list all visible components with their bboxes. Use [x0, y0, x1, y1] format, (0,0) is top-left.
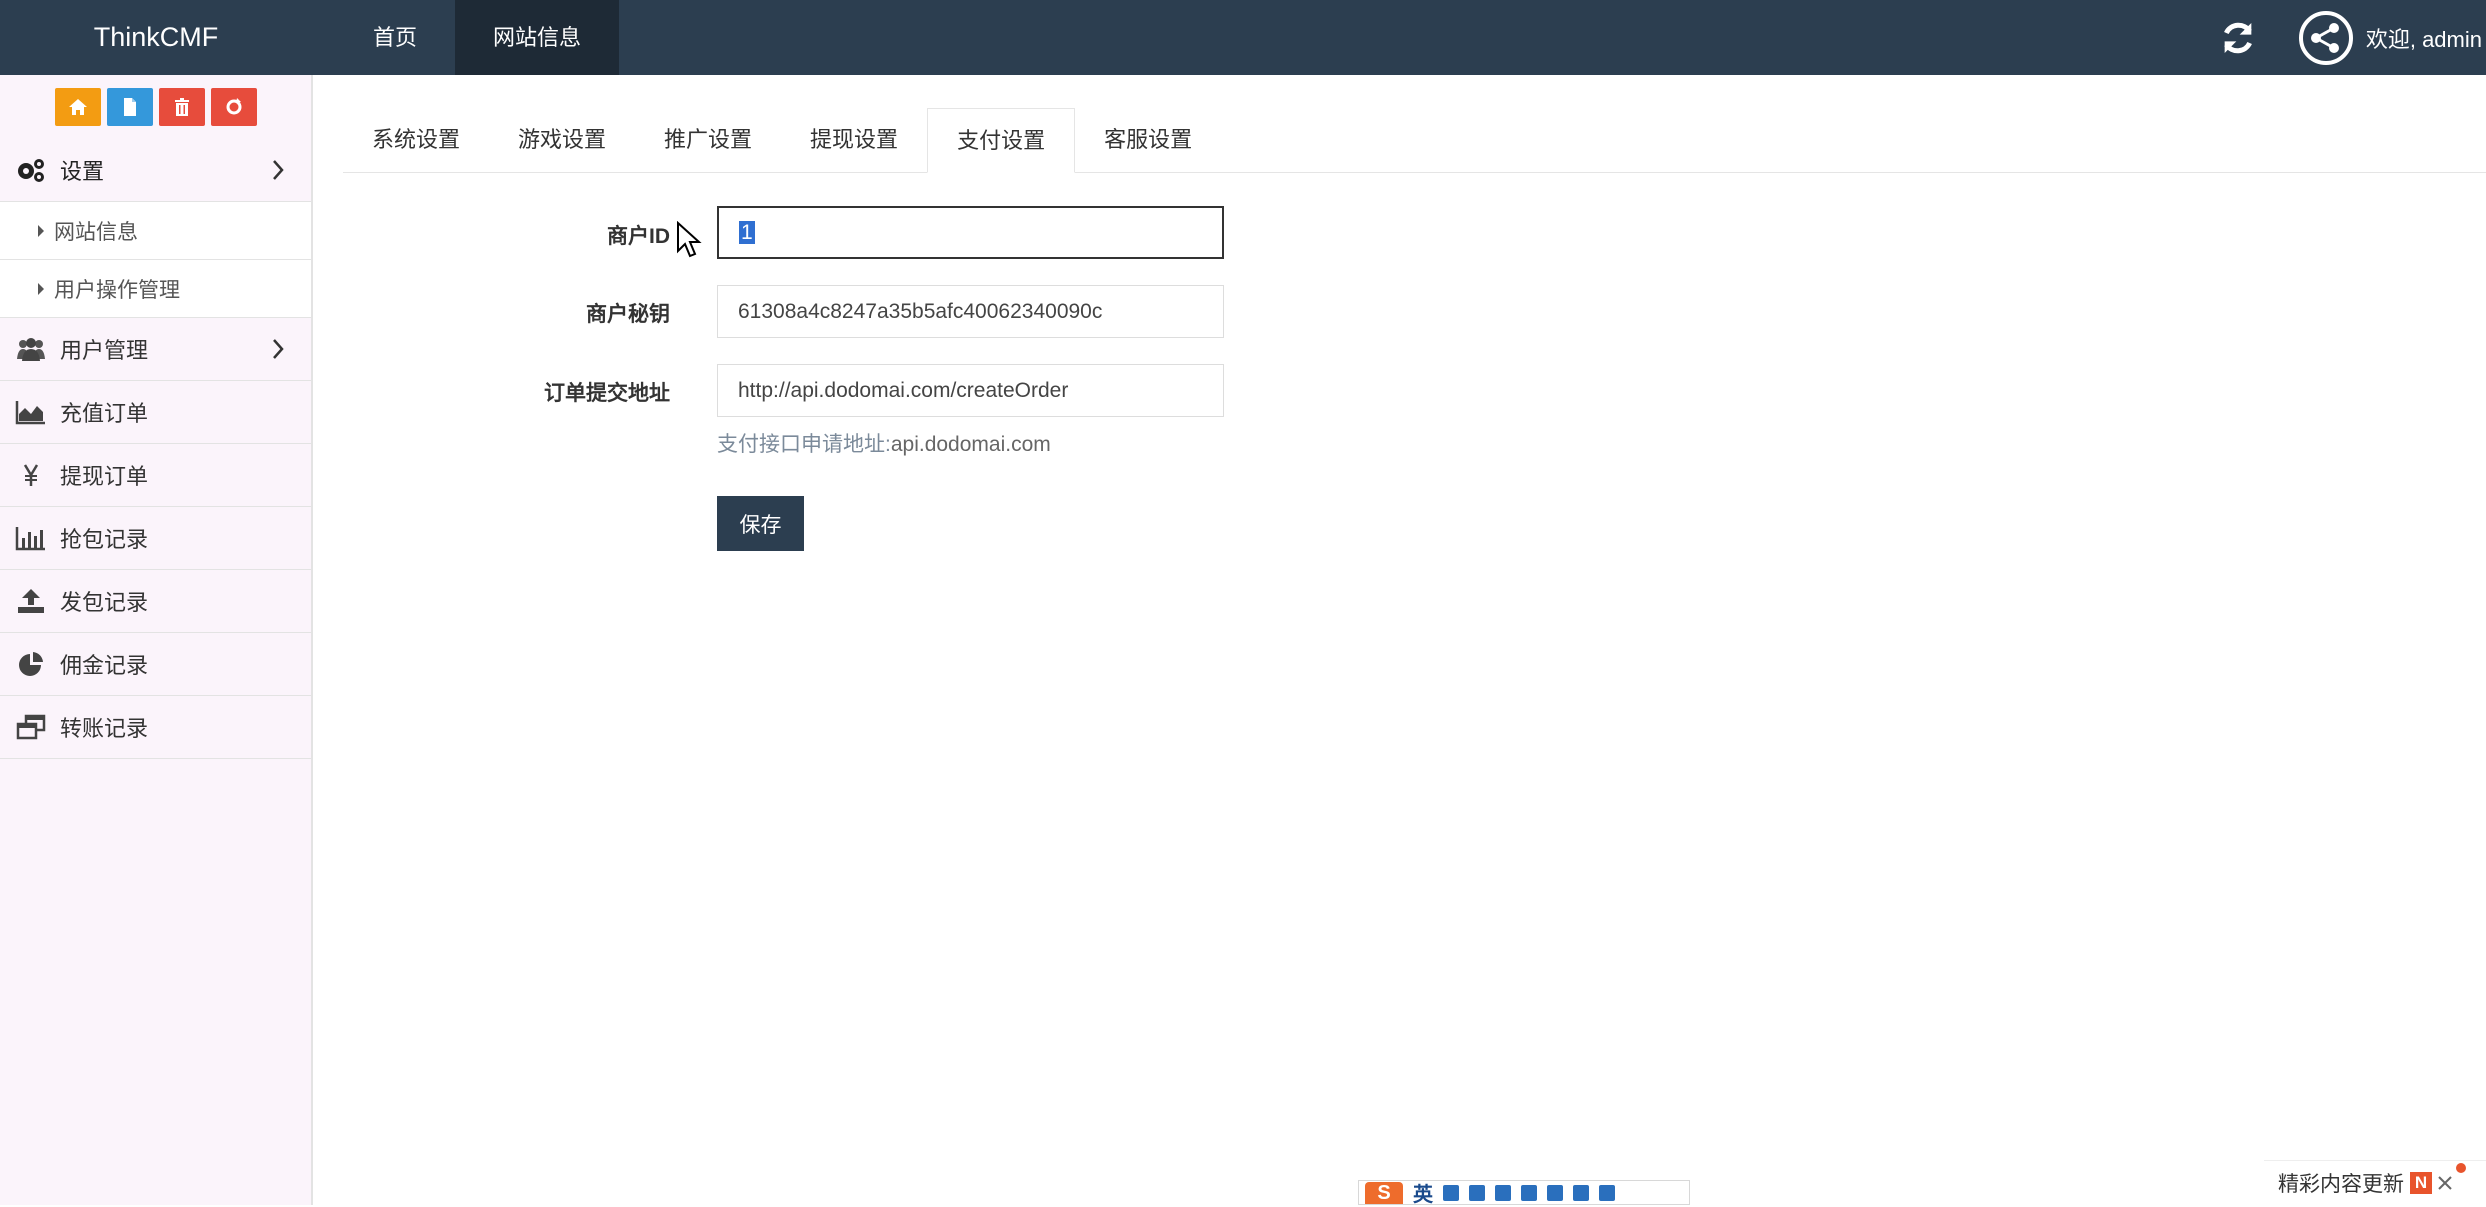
welcome-user[interactable]: 欢迎, admin: [2366, 22, 2482, 54]
close-icon[interactable]: [2436, 1174, 2454, 1192]
file-button[interactable]: [106, 88, 153, 126]
payment-help-text: 支付接口申请地址:api.dodomai.com: [717, 428, 1051, 458]
menu-user-management[interactable]: 用户管理: [0, 318, 311, 381]
top-right-area: 欢迎, admin: [2218, 0, 2486, 75]
order-url-input[interactable]: [717, 364, 1224, 417]
tab-promotion-settings[interactable]: 推广设置: [635, 108, 781, 172]
upload-icon: [14, 586, 48, 616]
tab-game-settings[interactable]: 游戏设置: [489, 108, 635, 172]
save-button[interactable]: 保存: [717, 496, 804, 551]
quick-buttons: [0, 75, 311, 139]
sidebar: 设置 网站信息 用户操作管理 用户管理 充值订单 提现订单 抢包记录 发包记录 …: [0, 75, 313, 1205]
topnav-site-info[interactable]: 网站信息: [455, 0, 620, 75]
top-nav: 首页 网站信息: [335, 0, 620, 75]
mouse-cursor-icon: [677, 221, 702, 258]
topnav-home[interactable]: 首页: [335, 0, 455, 75]
gears-icon: [14, 155, 48, 185]
help-label: 支付接口申请地址:: [717, 433, 891, 456]
tab-withdraw-settings[interactable]: 提现设置: [781, 108, 927, 172]
menu-grab-records[interactable]: 抢包记录: [0, 507, 311, 570]
skin-icon[interactable]: [1573, 1184, 1589, 1201]
tab-payment-settings[interactable]: 支付设置: [927, 108, 1076, 173]
order-url-label: 订单提交地址: [544, 382, 670, 405]
moon-icon[interactable]: [1443, 1184, 1459, 1201]
menu-label: 抢包记录: [60, 527, 149, 552]
menu-settings-label: 设置: [60, 159, 105, 184]
toolbox-icon[interactable]: [1599, 1184, 1615, 1201]
notification-text[interactable]: 精彩内容更新: [2278, 1168, 2404, 1198]
menu-label: 转账记录: [60, 716, 149, 741]
menu-recharge-orders[interactable]: 充值订单: [0, 381, 311, 444]
sidebar-item-label: 用户操作管理: [54, 278, 180, 302]
user-icon[interactable]: [1547, 1184, 1563, 1201]
menu-settings[interactable]: 设置: [0, 139, 311, 202]
merchant-key-label: 商户秘钥: [586, 303, 670, 326]
tab-customer-service-settings[interactable]: 客服设置: [1075, 108, 1221, 172]
merchant-id-value: 1: [739, 221, 755, 244]
menu-label: 提现订单: [60, 464, 149, 489]
keyboard-icon[interactable]: [1521, 1184, 1537, 1201]
ime-toolbar[interactable]: S 英: [1358, 1178, 1690, 1207]
trash-icon: [174, 98, 189, 116]
pie-chart-icon: [14, 649, 48, 679]
recycle-icon: [226, 98, 241, 115]
settings-tabs: 系统设置 游戏设置 推广设置 提现设置 支付设置 客服设置: [343, 108, 1221, 173]
tab-system-settings[interactable]: 系统设置: [343, 108, 489, 172]
trash-button[interactable]: [158, 88, 205, 126]
bar-chart-icon: [14, 523, 48, 553]
punctuation-icon[interactable]: [1469, 1184, 1485, 1201]
sidebar-item-user-actions[interactable]: 用户操作管理: [0, 260, 311, 318]
help-value: api.dodomai.com: [890, 433, 1051, 456]
ime-mode[interactable]: 英: [1413, 1178, 1433, 1207]
merchant-key-input[interactable]: [717, 285, 1224, 338]
chevron-right-icon: [273, 339, 284, 359]
sidebar-item-site-info[interactable]: 网站信息: [0, 202, 311, 260]
refresh-icon[interactable]: [2218, 18, 2258, 58]
area-chart-icon: [14, 397, 48, 427]
merchant-id-label: 商户ID: [607, 225, 670, 248]
menu-label: 充值订单: [60, 401, 149, 426]
window-restore-icon: [14, 712, 48, 742]
brand-logo[interactable]: ThinkCMF: [0, 0, 312, 75]
sidebar-item-label: 网站信息: [54, 220, 138, 244]
update-notification[interactable]: 精彩内容更新 N: [2264, 1160, 2486, 1205]
menu-commission-records[interactable]: 佣金记录: [0, 633, 311, 696]
menu-label: 发包记录: [60, 590, 149, 615]
caret-right-icon: [38, 282, 44, 295]
recycle-button[interactable]: [210, 88, 257, 126]
user-avatar[interactable]: [2298, 10, 2354, 66]
users-icon: [14, 334, 48, 364]
file-icon: [123, 98, 136, 116]
top-navbar: ThinkCMF 首页 网站信息 欢迎, admin: [0, 0, 2486, 75]
notification-badge: N: [2410, 1172, 2432, 1194]
menu-withdraw-orders[interactable]: 提现订单: [0, 444, 311, 507]
home-button[interactable]: [54, 88, 101, 126]
microphone-icon[interactable]: [1495, 1184, 1511, 1201]
menu-transfer-records[interactable]: 转账记录: [0, 696, 311, 759]
tabs-divider: [343, 172, 2486, 173]
merchant-id-input[interactable]: 1: [717, 206, 1224, 259]
menu-label: 佣金记录: [60, 653, 149, 678]
yen-icon: [14, 460, 48, 490]
chevron-right-icon: [273, 160, 284, 180]
menu-send-records[interactable]: 发包记录: [0, 570, 311, 633]
caret-right-icon: [38, 224, 44, 237]
notification-dot: [2456, 1163, 2466, 1173]
home-icon: [68, 99, 87, 115]
menu-user-management-label: 用户管理: [60, 338, 149, 363]
sogou-logo-icon: S: [1365, 1181, 1403, 1204]
